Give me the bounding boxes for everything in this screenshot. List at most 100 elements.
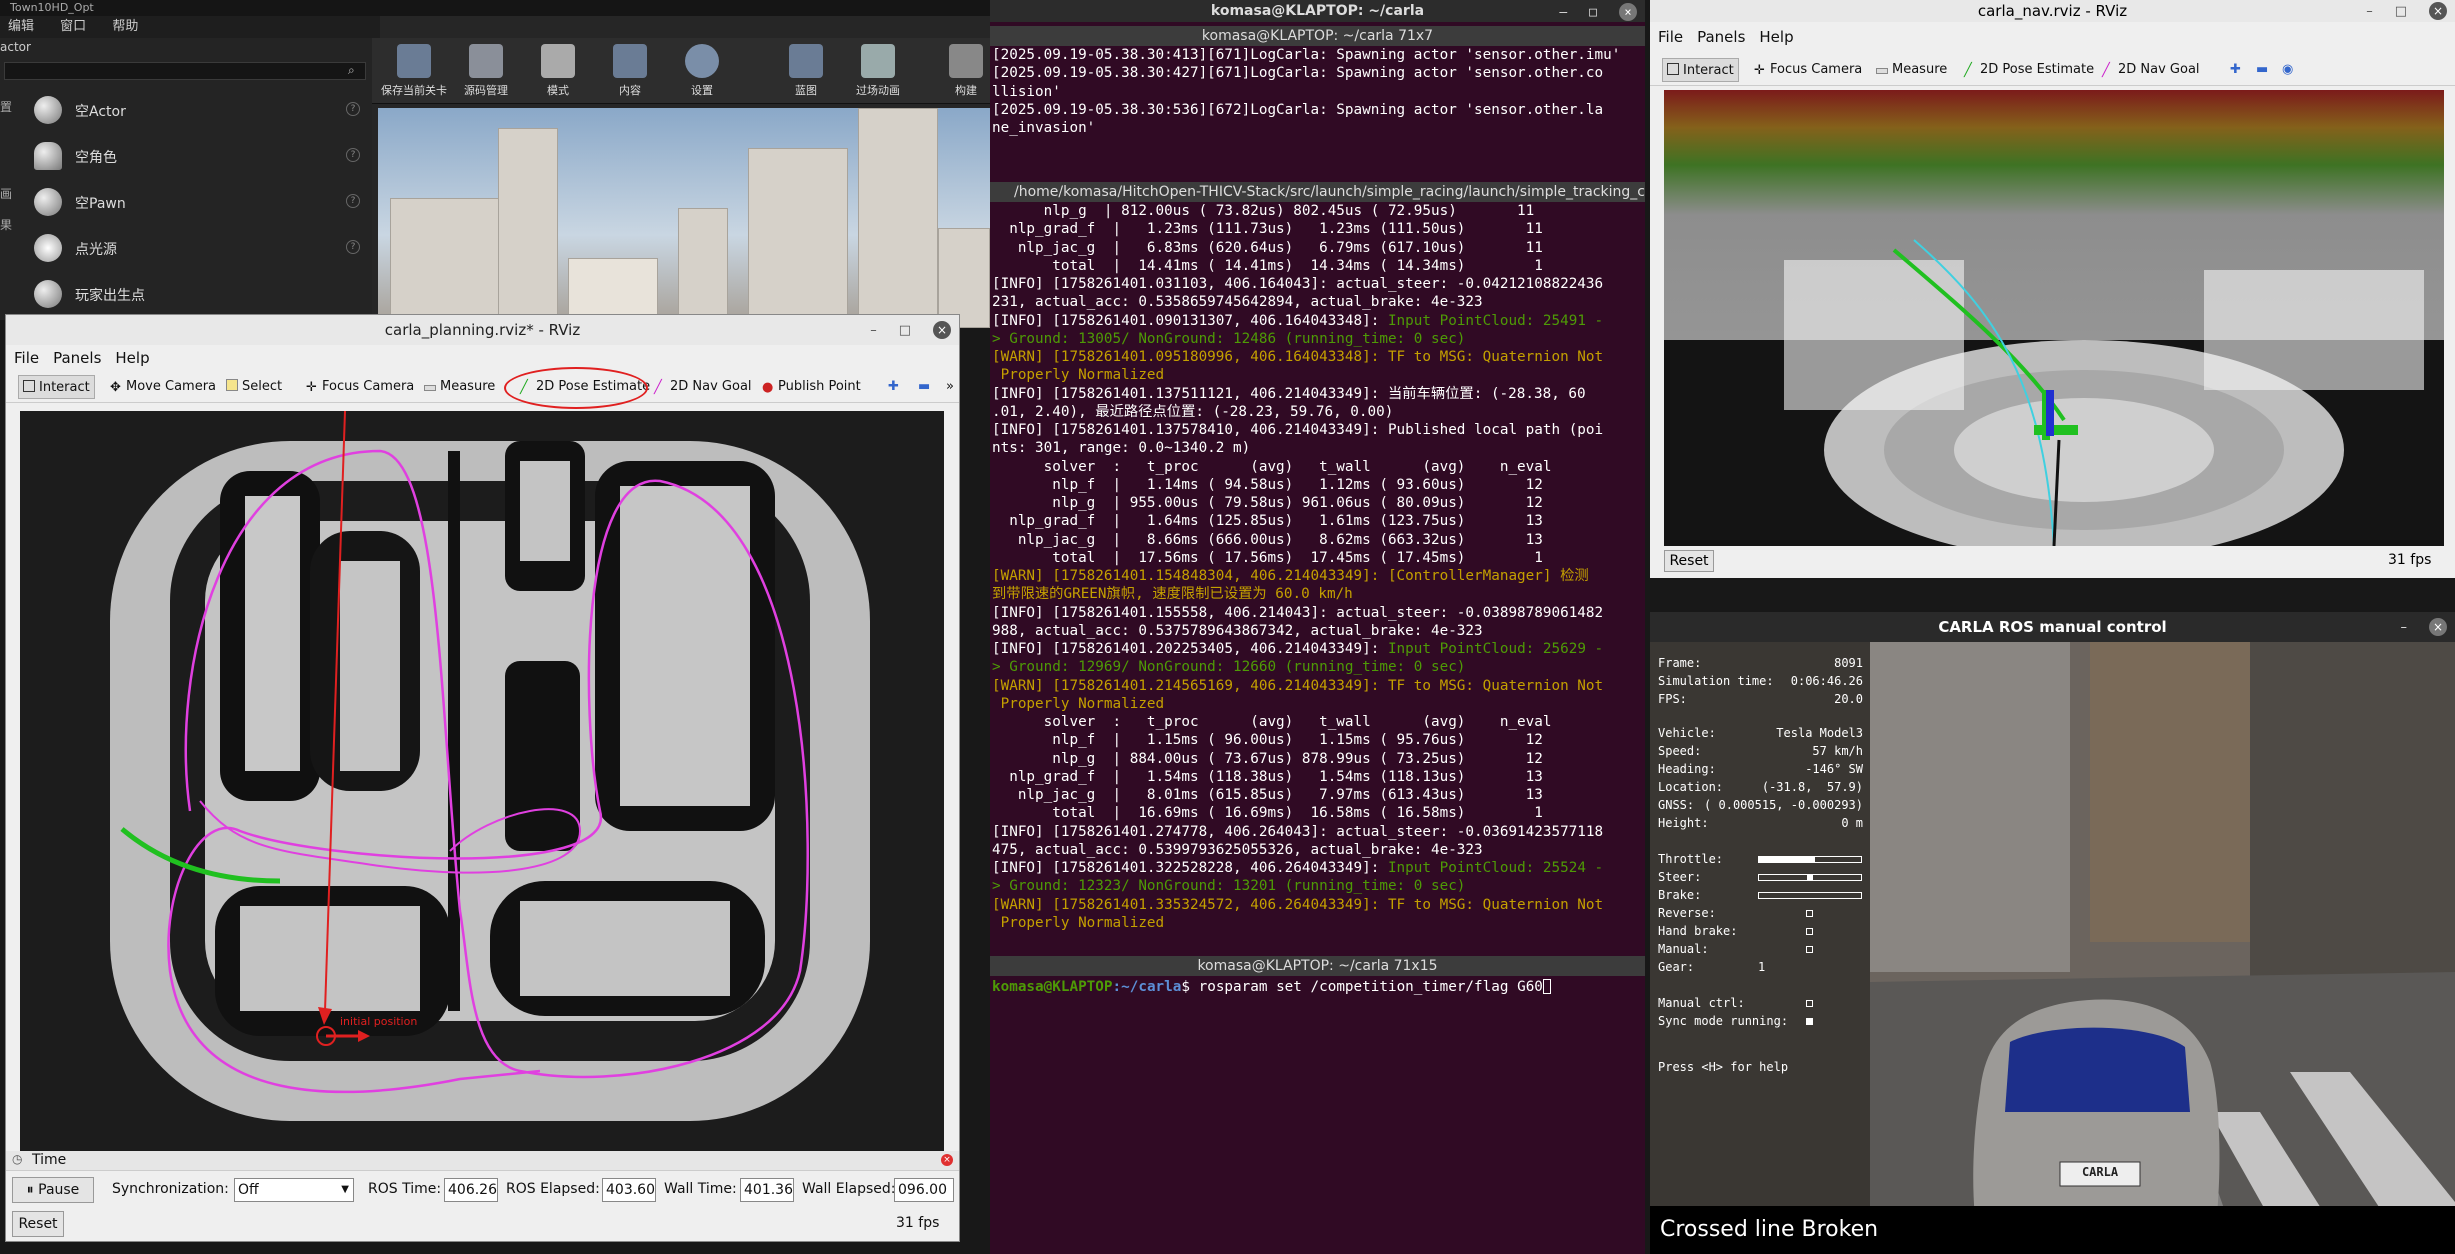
actor-search-input[interactable] (4, 62, 366, 80)
blueprints-button[interactable]: 蓝图 (772, 42, 840, 100)
tool-focus-camera[interactable]: ✛ Focus Camera (1750, 58, 1866, 82)
eye-icon[interactable]: ◉ (2278, 58, 2297, 82)
tool-interact[interactable]: Interact (1662, 58, 1739, 82)
help-icon[interactable]: ? (346, 240, 360, 254)
reverse-row: Reverse: (1658, 906, 1863, 922)
tool-2d-nav-goal[interactable]: ╱ 2D Nav Goal (650, 375, 756, 399)
select-icon (226, 379, 238, 391)
menu-file[interactable]: File (1658, 28, 1683, 46)
terminal-line: [2025.09.19-05.38.30:413][671]LogCarla: … (992, 47, 1621, 63)
pawn-icon (34, 188, 62, 216)
carla-manual-control-window: CARLA ROS manual control – × CARLA Frame:… (1650, 612, 2455, 1254)
cinematics-button[interactable]: 过场动画 (844, 42, 912, 100)
zoom-in-icon[interactable]: ✚ (884, 375, 903, 399)
gear-row: Gear: 1 (1658, 960, 1766, 974)
close-icon[interactable]: × (2429, 2, 2447, 20)
chevron-down-icon: ▼ (341, 1184, 349, 1195)
save-level-button[interactable]: 保存当前关卡 (380, 42, 448, 100)
modes-button[interactable]: 模式 (524, 42, 592, 100)
place-item[interactable]: 玩家出生点 (30, 276, 370, 312)
minimize-icon[interactable]: – (1559, 5, 1567, 20)
rviz-3d-view[interactable] (1664, 90, 2444, 546)
content-button[interactable]: 内容 (596, 42, 664, 100)
terminal-line: total | 17.56ms ( 17.56ms) 17.45ms ( 17.… (992, 549, 1543, 566)
menu-file[interactable]: File (14, 349, 39, 367)
wall-time-field[interactable]: 401.36 (740, 1178, 794, 1202)
maximize-icon[interactable]: □ (2395, 4, 2407, 19)
cursor (1542, 979, 1551, 994)
place-item[interactable]: 点光源? (30, 230, 370, 266)
wall-elapsed-field[interactable]: 096.00 (894, 1178, 954, 1202)
hud-row: Heading: -146° SW (1658, 762, 1863, 776)
tool-measure[interactable]: Measure (1872, 58, 1951, 82)
terminal-pane-log[interactable]: [2025.09.19-05.38.30:413][671]LogCarla: … (990, 46, 1645, 178)
close-icon[interactable]: × (2429, 618, 2447, 636)
zoom-out-icon[interactable]: ▬ (2252, 58, 2272, 82)
settings-button[interactable]: 设置 (668, 42, 736, 100)
tool-focus-camera[interactable]: ✛ Focus Camera (302, 375, 418, 399)
tool-move-camera[interactable]: ✥ Move Camera (106, 375, 220, 399)
ros-elapsed-field[interactable]: 403.60 (602, 1178, 656, 1202)
hud-row: Location: (-31.8, 57.9) (1658, 780, 1863, 794)
minimize-icon[interactable]: – (870, 323, 877, 338)
terminal-line: nlp_grad_f | 1.54ms (118.38us) 1.54ms (1… (992, 768, 1543, 785)
goal-arrow-icon: ╱ (654, 380, 662, 395)
close-icon[interactable]: × (1619, 3, 1637, 21)
place-item[interactable]: 空角色? (30, 138, 370, 174)
zoom-in-icon[interactable]: ✚ (2226, 58, 2245, 82)
place-item[interactable]: 空Pawn? (30, 184, 370, 220)
unreal-viewport[interactable] (378, 108, 990, 328)
maximize-icon[interactable]: □ (1589, 5, 1597, 20)
menu-panels[interactable]: Panels (53, 349, 101, 367)
reset-button[interactable]: Reset (1664, 550, 1714, 572)
terminal-line: nlp_jac_g | 6.83ms (620.64us) 6.79ms (61… (992, 239, 1543, 256)
ruler-icon (424, 385, 436, 391)
terminal-line: 988, actual_acc: 0.5375789643867342, act… (992, 622, 1483, 639)
minimize-icon[interactable]: – (2401, 620, 2408, 635)
manual-row: Manual: (1658, 942, 1863, 958)
help-icon[interactable]: ? (346, 148, 360, 162)
menubar: File Panels Help (1650, 26, 2455, 48)
zoom-out-icon[interactable]: ▬ (914, 375, 934, 399)
place-item[interactable]: 空Actor? (30, 92, 370, 128)
command-line[interactable]: komasa@KLAPTOP:~/carla$ rosparam set /co… (992, 978, 1642, 996)
tool-2d-nav-goal[interactable]: ╱ 2D Nav Goal (2098, 58, 2204, 82)
terminal-line: Properly Normalized (992, 695, 1165, 712)
terminal-pane-planner[interactable]: nlp_g | 812.00us ( 73.82us) 802.45us ( 7… (990, 202, 1645, 952)
terminal-line: nlp_f | 1.14ms ( 94.58us) 1.12ms ( 93.60… (992, 476, 1543, 493)
terminal-line: nlp_jac_g | 8.01ms (615.85us) 7.97ms (61… (992, 787, 1543, 803)
help-icon[interactable]: ? (346, 194, 360, 208)
close-icon[interactable]: × (933, 321, 951, 339)
help-icon[interactable]: ? (346, 102, 360, 116)
menu-help[interactable]: 帮助 (112, 19, 138, 34)
menu-help[interactable]: Help (1759, 28, 1793, 46)
tool-interact[interactable]: Interact (18, 375, 95, 399)
toolbar-overflow-icon[interactable]: » (942, 375, 958, 399)
menu-edit[interactable]: 编辑 (8, 19, 34, 34)
tool-2d-pose-estimate[interactable]: ╱ 2D Pose Estimate (1960, 58, 2098, 82)
rviz-map-view[interactable]: initial position (20, 411, 944, 1151)
source-control-button[interactable]: 源码管理 (452, 42, 520, 100)
sync-select[interactable]: Off ▼ (234, 1178, 354, 1202)
sphere-icon (34, 96, 62, 124)
menu-panels[interactable]: Panels (1697, 28, 1745, 46)
minimize-icon[interactable]: – (2366, 4, 2373, 19)
tool-measure[interactable]: Measure (420, 375, 499, 399)
occupancy-map: initial position (20, 411, 944, 1151)
pin-icon: ● (762, 380, 774, 395)
ros-time-label: ROS Time: (368, 1181, 442, 1197)
menu-window[interactable]: 窗口 (60, 19, 86, 34)
tool-publish-point[interactable]: ● Publish Point (758, 375, 865, 399)
tool-select[interactable]: Select (222, 375, 286, 399)
maximize-icon[interactable]: □ (899, 323, 911, 338)
throttle-row: Throttle: (1658, 852, 1863, 868)
clapperboard-icon (861, 44, 895, 78)
pause-button[interactable]: ⏸ Pause (12, 1177, 94, 1203)
lane-invasion-notification: Crossed line Broken (1650, 1206, 2455, 1254)
side-label-1: 置 (0, 100, 13, 114)
close-panel-icon[interactable]: × (941, 1154, 953, 1166)
ros-time-field[interactable]: 406.26 (444, 1178, 498, 1202)
terminal-line: [2025.09.19-05.38.30:427][671]LogCarla: … (992, 65, 1604, 82)
menu-help[interactable]: Help (115, 349, 149, 367)
reset-button[interactable]: Reset (12, 1211, 64, 1237)
